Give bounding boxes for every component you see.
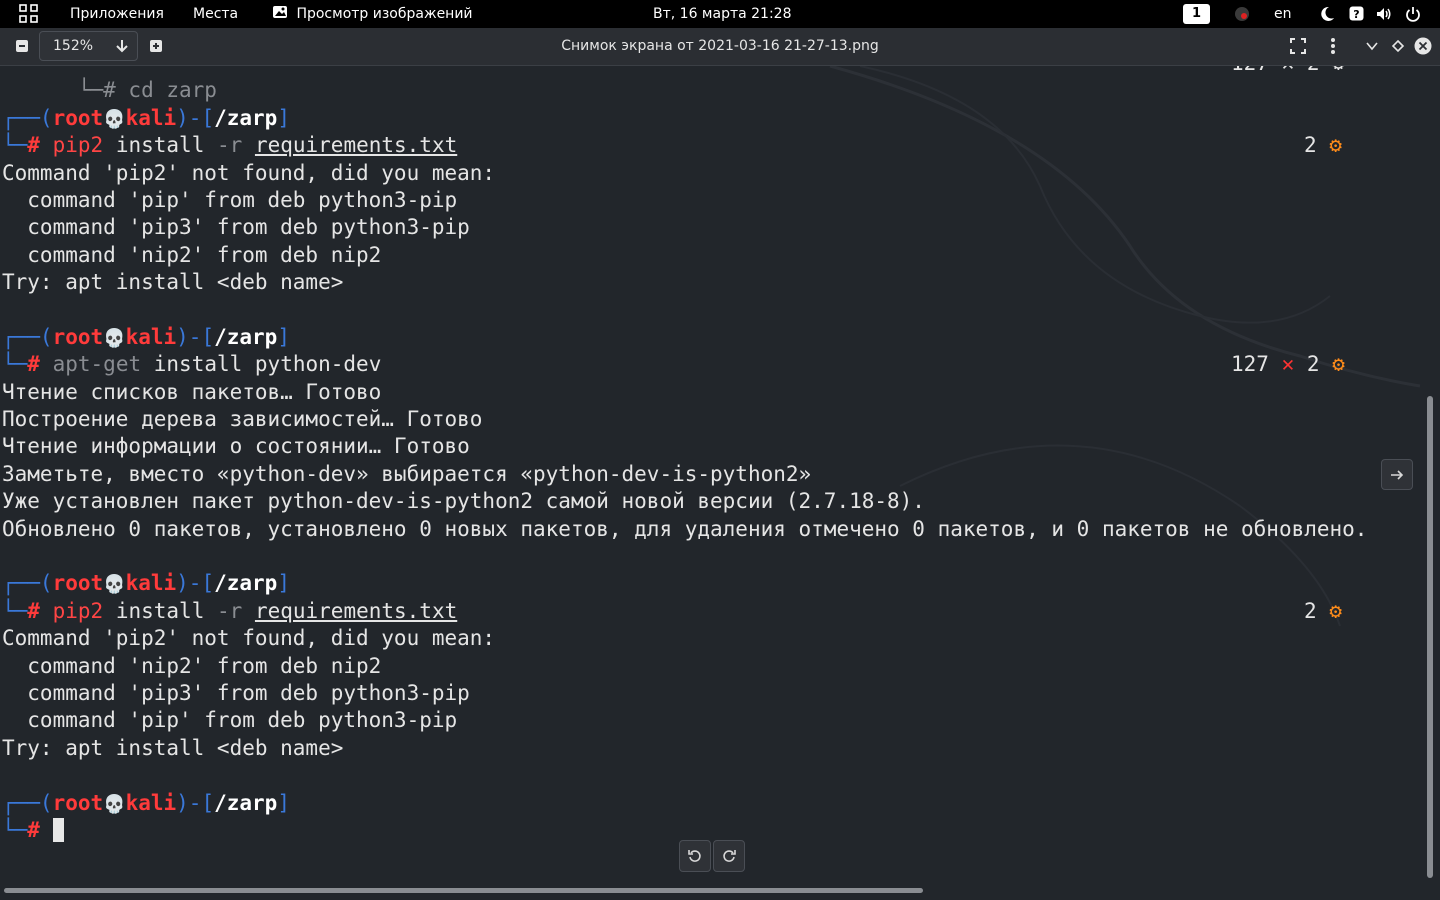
viewer-header-bar: 152% Снимок экрана от 2021-03-16 21-27-1… [0, 28, 1440, 66]
prompt-user: root [52, 105, 104, 130]
fullscreen-icon[interactable] [1290, 28, 1306, 67]
output-line: Чтение информации о состоянии… Готово [2, 434, 470, 459]
app-grid-icon[interactable] [19, 0, 39, 28]
prompt-header: ┌──(root💀kali)-[/zarp] [2, 790, 290, 815]
gear-icon: ⚙ [1329, 133, 1342, 158]
output-line: Try: apt install <deb name> [2, 270, 344, 295]
output-line: Уже установлен пакет python-dev-is-pytho… [2, 489, 925, 514]
output-line: command 'nip2' from deb nip2 [2, 653, 382, 678]
output-line: Обновлено 0 пакетов, установлено 0 новых… [2, 516, 1368, 541]
command-args: install [103, 133, 217, 158]
recording-icon[interactable] [1234, 0, 1250, 28]
command-line: └─# apt-get install python-dev 127 ✕ 2 ⚙ [2, 351, 1422, 378]
rotate-right-icon [723, 850, 736, 862]
prompt-header: ┌──(root💀kali)-[/zarp] [2, 324, 290, 349]
terminal-screenshot: └─# cd zarp 127 ✕ 2 ⚙ ┌──(root💀kali)-[/z… [2, 66, 1422, 844]
command-line: └─# pip2 install -r requirements.txt 2 ⚙ [2, 598, 1422, 625]
skull-icon: 💀 [103, 327, 126, 349]
command-line: └─# [2, 817, 1422, 844]
command-args: install python-dev [141, 352, 382, 377]
prompt-host: kali [125, 324, 177, 349]
command-file: requirements.txt [254, 598, 458, 623]
active-app-menu[interactable]: Просмотр изображений [272, 0, 473, 28]
prompt-dir: /zarp [214, 571, 278, 596]
output-line: Command 'pip2' not found, did you mean: [2, 160, 496, 185]
gear-icon: ⚙ [1329, 598, 1342, 623]
horizontal-scrollbar[interactable] [4, 888, 923, 893]
rotate-left-button[interactable] [679, 840, 711, 872]
output-line: Построение дерева зависимостей… Готово [2, 407, 483, 432]
output-line: Чтение списков пакетов… Готово [2, 379, 382, 404]
prompt-header: ┌──(root💀kali)-[/zarp] [2, 105, 290, 130]
prompt-user: root [52, 571, 104, 596]
terminal-line: └─# cd zarp 127 ✕ 2 ⚙ [2, 66, 1422, 102]
clock[interactable]: Вт, 16 марта 21:28 [653, 0, 791, 28]
command-name: pip2 [52, 598, 104, 623]
status-indicator: 127 ✕ 2 ⚙ [1231, 66, 1345, 77]
output-line: Заметьте, вместо «python-dev» выбирается… [2, 461, 812, 486]
command-line: └─# pip2 install -r requirements.txt 2 ⚙ [2, 132, 1422, 159]
status-indicator: 127 ✕ 2 ⚙ [1231, 352, 1345, 377]
prompt-dir: /zarp [214, 105, 278, 130]
image-title: Снимок экрана от 2021-03-16 21-27-13.png [561, 38, 879, 54]
command-option: -r [216, 133, 243, 158]
rotate-right-button[interactable] [713, 840, 745, 872]
output-line: command 'nip2' from deb nip2 [2, 242, 382, 267]
output-line: Command 'pip2' not found, did you mean: [2, 626, 496, 651]
image-viewer-icon [272, 6, 292, 22]
command-name: pip2 [52, 133, 104, 158]
prompt-host: kali [125, 790, 177, 815]
output-line: Try: apt install <deb name> [2, 735, 344, 760]
keyboard-layout[interactable]: en [1274, 0, 1292, 28]
places-menu[interactable]: Места [193, 0, 238, 28]
rotate-left-icon [688, 850, 701, 862]
command-args: install [103, 598, 217, 623]
arrow-right-icon [1391, 470, 1404, 480]
next-image-button[interactable] [1381, 459, 1413, 490]
vertical-scrollbar[interactable] [1427, 396, 1433, 878]
skull-icon: 💀 [103, 793, 126, 815]
terminal-cursor [52, 817, 64, 842]
workspace-indicator[interactable]: 1 [1183, 4, 1210, 24]
command-option: -r [216, 598, 243, 623]
prompt-header: ┌──(root💀kali)-[/zarp] [2, 571, 290, 596]
close-icon[interactable] [1414, 28, 1432, 68]
skull-icon: 💀 [103, 108, 126, 130]
output-line: command 'pip' from deb python3-pip [2, 708, 458, 733]
applications-menu[interactable]: Приложения [70, 0, 164, 28]
status-indicator: 2 ⚙ [1304, 133, 1342, 158]
error-cross-icon: ✕ [1281, 352, 1295, 377]
output-line: command 'pip3' from deb python3-pip [2, 215, 470, 240]
output-line: command 'pip' from deb python3-pip [2, 187, 458, 212]
prompt-user: root [52, 790, 104, 815]
menu-dots-icon[interactable] [1330, 28, 1336, 68]
volume-icon[interactable] [1376, 0, 1392, 28]
command-name: apt-get [52, 352, 142, 377]
prompt-user: root [52, 324, 104, 349]
maximize-icon[interactable] [1391, 28, 1405, 66]
active-app-label: Просмотр изображений [296, 6, 473, 22]
status-indicator: 2 ⚙ [1304, 598, 1342, 623]
prompt-dir: /zarp [214, 324, 278, 349]
night-light-icon[interactable] [1319, 0, 1335, 28]
svg-text:?: ? [1353, 8, 1359, 21]
power-icon[interactable] [1405, 0, 1421, 28]
command-file: requirements.txt [254, 133, 458, 158]
output-line: command 'pip3' from deb python3-pip [2, 680, 470, 705]
minimize-icon[interactable] [1365, 28, 1379, 66]
gnome-top-bar: Приложения Места Просмотр изображений Вт… [0, 0, 1440, 28]
prompt-dir: /zarp [214, 790, 278, 815]
prompt-host: kali [125, 105, 177, 130]
gear-icon: ⚙ [1332, 352, 1345, 377]
image-canvas[interactable]: └─# cd zarp 127 ✕ 2 ⚙ ┌──(root💀kali)-[/z… [0, 66, 1440, 900]
prompt-host: kali [125, 571, 177, 596]
skull-icon: 💀 [103, 574, 126, 596]
help-icon[interactable]: ? [1349, 0, 1364, 28]
